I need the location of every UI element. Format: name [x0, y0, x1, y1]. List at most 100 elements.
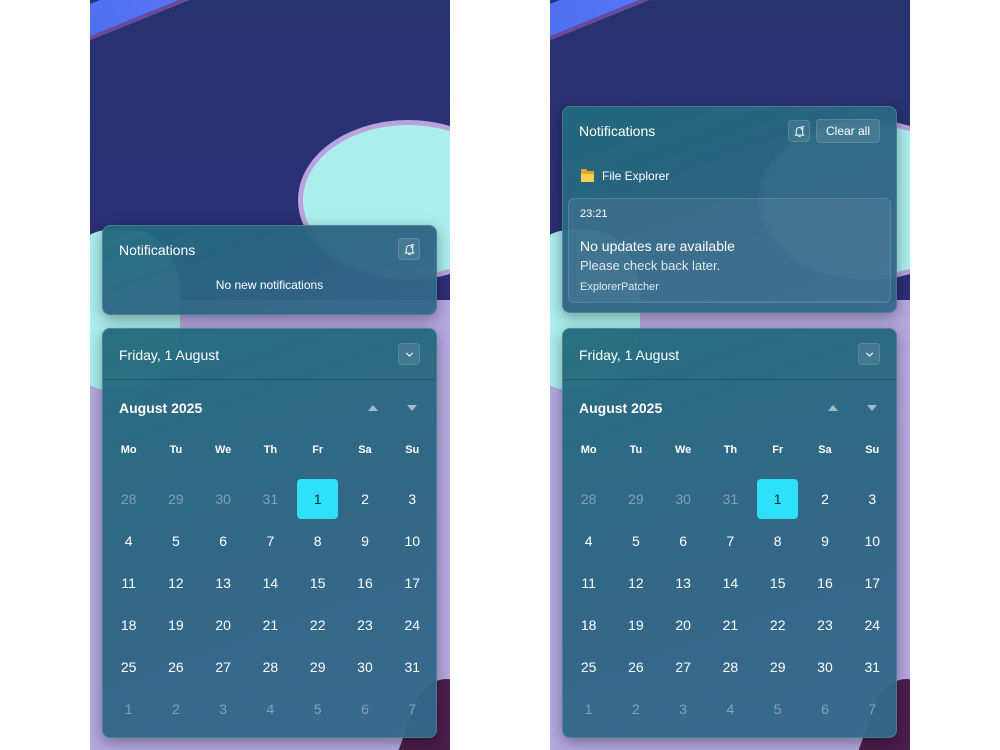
calendar-day[interactable]: 3	[849, 478, 896, 520]
calendar-day[interactable]: 30	[660, 478, 707, 520]
calendar-day[interactable]: 23	[801, 604, 848, 646]
calendar-day[interactable]: 5	[294, 688, 341, 730]
calendar-day[interactable]: 6	[341, 688, 388, 730]
calendar-day[interactable]: 29	[152, 478, 199, 520]
calendar-day[interactable]: 29	[294, 646, 341, 688]
calendar-day-number: 16	[357, 575, 373, 591]
calendar-day[interactable]: 17	[389, 562, 436, 604]
calendar-day[interactable]: 31	[247, 478, 294, 520]
month-title[interactable]: August 2025	[119, 400, 202, 416]
calendar-day[interactable]: 12	[152, 562, 199, 604]
calendar-day[interactable]: 7	[849, 688, 896, 730]
calendar-day[interactable]: 21	[247, 604, 294, 646]
calendar-day[interactable]: 11	[565, 562, 612, 604]
calendar-day[interactable]: 4	[105, 520, 152, 562]
calendar-day[interactable]: 1	[105, 688, 152, 730]
calendar-day[interactable]: 31	[389, 646, 436, 688]
do-not-disturb-button[interactable]	[788, 120, 810, 142]
calendar-day[interactable]: 9	[341, 520, 388, 562]
calendar-day[interactable]: 11	[105, 562, 152, 604]
calendar-day[interactable]: 30	[200, 478, 247, 520]
calendar-day[interactable]: 24	[849, 604, 896, 646]
calendar-day[interactable]: 26	[612, 646, 659, 688]
calendar-day[interactable]: 3	[200, 688, 247, 730]
calendar-day[interactable]: 8	[754, 520, 801, 562]
calendar-day[interactable]: 17	[849, 562, 896, 604]
calendar-day[interactable]: 24	[389, 604, 436, 646]
calendar-day[interactable]: 25	[565, 646, 612, 688]
calendar-day[interactable]: 20	[660, 604, 707, 646]
do-not-disturb-button[interactable]	[398, 238, 420, 260]
collapse-calendar-button[interactable]	[398, 343, 420, 365]
calendar-day-number: 31	[864, 659, 881, 675]
calendar-day[interactable]: 22	[754, 604, 801, 646]
calendar-day[interactable]: 7	[707, 520, 754, 562]
calendar-day[interactable]: 27	[660, 646, 707, 688]
calendar-day[interactable]: 18	[565, 604, 612, 646]
calendar-day[interactable]: 5	[152, 520, 199, 562]
calendar-day[interactable]: 28	[707, 646, 754, 688]
calendar-day[interactable]: 14	[707, 562, 754, 604]
calendar-day[interactable]: 30	[341, 646, 388, 688]
calendar-day[interactable]: 2	[612, 688, 659, 730]
calendar-day[interactable]: 7	[247, 520, 294, 562]
calendar-day[interactable]: 25	[105, 646, 152, 688]
calendar-day[interactable]: 12	[612, 562, 659, 604]
calendar-day[interactable]: 6	[200, 520, 247, 562]
calendar-day[interactable]: 22	[294, 604, 341, 646]
calendar-day[interactable]: 19	[612, 604, 659, 646]
calendar-day[interactable]: 16	[341, 562, 388, 604]
calendar-day[interactable]: 1	[565, 688, 612, 730]
calendar-day[interactable]: 18	[105, 604, 152, 646]
calendar-day[interactable]: 23	[341, 604, 388, 646]
calendar-day[interactable]: 2	[801, 478, 848, 520]
calendar-day[interactable]: 29	[612, 478, 659, 520]
calendar-day[interactable]: 7	[389, 688, 436, 730]
calendar-day[interactable]: 3	[660, 688, 707, 730]
calendar-day-number: 1	[584, 701, 593, 717]
calendar-day[interactable]: 10	[849, 520, 896, 562]
calendar-day[interactable]: 15	[754, 562, 801, 604]
calendar-day[interactable]: 5	[612, 520, 659, 562]
calendar-day[interactable]: 2	[341, 478, 388, 520]
caret-down-icon[interactable]	[867, 405, 877, 411]
calendar-day[interactable]: 20	[200, 604, 247, 646]
calendar-day[interactable]: 5	[754, 688, 801, 730]
calendar-day[interactable]: 4	[565, 520, 612, 562]
clear-all-button[interactable]: Clear all	[815, 119, 880, 143]
calendar-day[interactable]: 28	[105, 478, 152, 520]
calendar-day[interactable]: 27	[200, 646, 247, 688]
calendar-day[interactable]: 29	[754, 646, 801, 688]
calendar-day[interactable]: 6	[801, 688, 848, 730]
calendar-day[interactable]: 4	[707, 688, 754, 730]
calendar-day[interactable]: 10	[389, 520, 436, 562]
calendar-day-today[interactable]: 1	[294, 478, 341, 520]
calendar-day[interactable]: 30	[801, 646, 848, 688]
caret-down-icon[interactable]	[407, 405, 417, 411]
calendar-day[interactable]: 13	[200, 562, 247, 604]
calendar-day[interactable]: 26	[152, 646, 199, 688]
calendar-day[interactable]: 31	[707, 478, 754, 520]
calendar-day[interactable]: 9	[801, 520, 848, 562]
month-title[interactable]: August 2025	[579, 400, 662, 416]
calendar-day[interactable]: 21	[707, 604, 754, 646]
calendar-day[interactable]: 3	[389, 478, 436, 520]
calendar-day[interactable]: 16	[801, 562, 848, 604]
calendar-day[interactable]: 14	[247, 562, 294, 604]
calendar-day[interactable]: 28	[565, 478, 612, 520]
calendar-day[interactable]: 13	[660, 562, 707, 604]
calendar-day-today[interactable]: 1	[754, 478, 801, 520]
calendar-day[interactable]: 2	[152, 688, 199, 730]
notification-card[interactable]: 23:21 No updates are available Please ch…	[568, 198, 891, 303]
calendar-day[interactable]: 31	[849, 646, 896, 688]
caret-up-icon[interactable]	[368, 405, 378, 411]
collapse-calendar-button[interactable]	[858, 343, 880, 365]
calendar-day[interactable]: 19	[152, 604, 199, 646]
calendar-day[interactable]: 4	[247, 688, 294, 730]
calendar-day[interactable]: 28	[247, 646, 294, 688]
calendar-day[interactable]: 8	[294, 520, 341, 562]
calendar-day[interactable]: 15	[294, 562, 341, 604]
calendar-day[interactable]: 6	[660, 520, 707, 562]
calendar-week-row: 28 29 30 31 1 2 3	[105, 478, 436, 520]
caret-up-icon[interactable]	[828, 405, 838, 411]
